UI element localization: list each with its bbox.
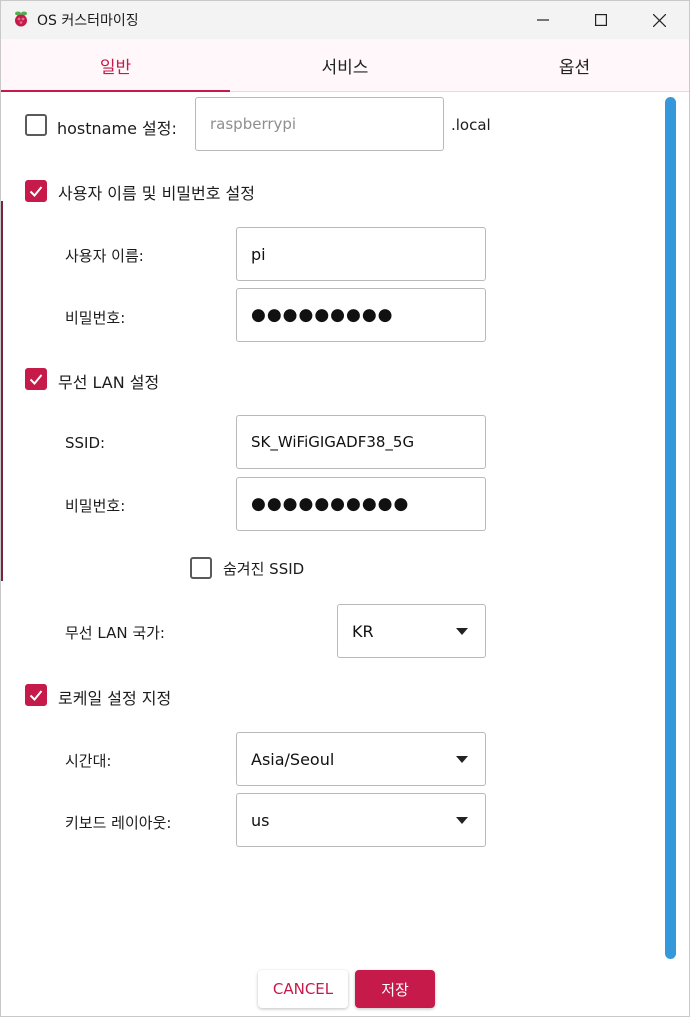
wifi-password-input[interactable]: ●●●●●●●●●●	[236, 477, 486, 531]
hostname-checkbox[interactable]	[25, 114, 47, 136]
chevron-down-icon	[456, 628, 468, 635]
close-button[interactable]	[630, 1, 688, 39]
tab-bar: 일반 서비스 옵션	[1, 39, 689, 92]
ssid-label: SSID:	[65, 434, 106, 452]
cancel-button[interactable]: CANCEL	[258, 970, 348, 1008]
vertical-scrollbar[interactable]	[665, 97, 676, 959]
tab-options[interactable]: 옵션	[460, 39, 689, 91]
hostname-input[interactable]: raspberrypi	[195, 97, 444, 151]
title-bar: OS 커스터마이징	[1, 1, 689, 39]
save-button[interactable]: 저장	[355, 970, 435, 1008]
locale-checkbox[interactable]	[25, 684, 47, 706]
hidden-ssid-label: 숨겨진 SSID	[223, 560, 305, 578]
customization-window: OS 커스터마이징 일반 서비스 옵션 hostname 설정: raspber…	[0, 0, 690, 1017]
user-checkbox[interactable]	[25, 180, 47, 202]
username-label: 사용자 이름:	[65, 247, 144, 265]
wifi-checkbox[interactable]	[25, 368, 47, 390]
minimize-button[interactable]	[514, 1, 572, 39]
wifi-country-label: 무선 LAN 국가:	[65, 624, 165, 642]
user-section-label: 사용자 이름 및 비밀번호 설정	[58, 184, 255, 203]
wifi-password-label: 비밀번호:	[65, 497, 126, 515]
chevron-down-icon	[456, 817, 468, 824]
tab-services[interactable]: 서비스	[230, 39, 460, 91]
keyboard-value: us	[251, 810, 270, 830]
minimize-icon	[537, 19, 549, 21]
tab-general[interactable]: 일반	[1, 39, 230, 92]
user-password-input[interactable]: ●●●●●●●●●	[236, 288, 486, 342]
raspberry-icon	[12, 10, 30, 28]
hostname-suffix: .local	[451, 116, 491, 134]
maximize-button[interactable]	[572, 1, 630, 39]
left-edge-accent	[1, 201, 3, 581]
maximize-icon	[595, 14, 607, 26]
wifi-country-value: KR	[352, 621, 374, 641]
ssid-input[interactable]: SK_WiFiGIGADF38_5G	[236, 415, 486, 469]
chevron-down-icon	[456, 756, 468, 763]
wifi-section-label: 무선 LAN 설정	[58, 373, 160, 392]
username-input[interactable]: pi	[236, 227, 486, 281]
window-title: OS 커스터마이징	[37, 13, 139, 29]
user-password-label: 비밀번호:	[65, 309, 126, 327]
timezone-label: 시간대:	[65, 752, 112, 770]
locale-section-label: 로케일 설정 지정	[58, 689, 172, 708]
hidden-ssid-checkbox[interactable]	[190, 557, 212, 579]
timezone-value: Asia/Seoul	[251, 749, 335, 769]
checkmark-icon	[29, 186, 43, 197]
keyboard-select[interactable]: us	[236, 793, 486, 847]
timezone-select[interactable]: Asia/Seoul	[236, 732, 486, 786]
keyboard-label: 키보드 레이아웃:	[65, 814, 172, 832]
checkmark-icon	[29, 374, 43, 385]
wifi-country-select[interactable]: KR	[337, 604, 486, 658]
checkmark-icon	[29, 690, 43, 701]
close-icon	[652, 13, 666, 27]
hostname-label: hostname 설정:	[57, 119, 177, 138]
